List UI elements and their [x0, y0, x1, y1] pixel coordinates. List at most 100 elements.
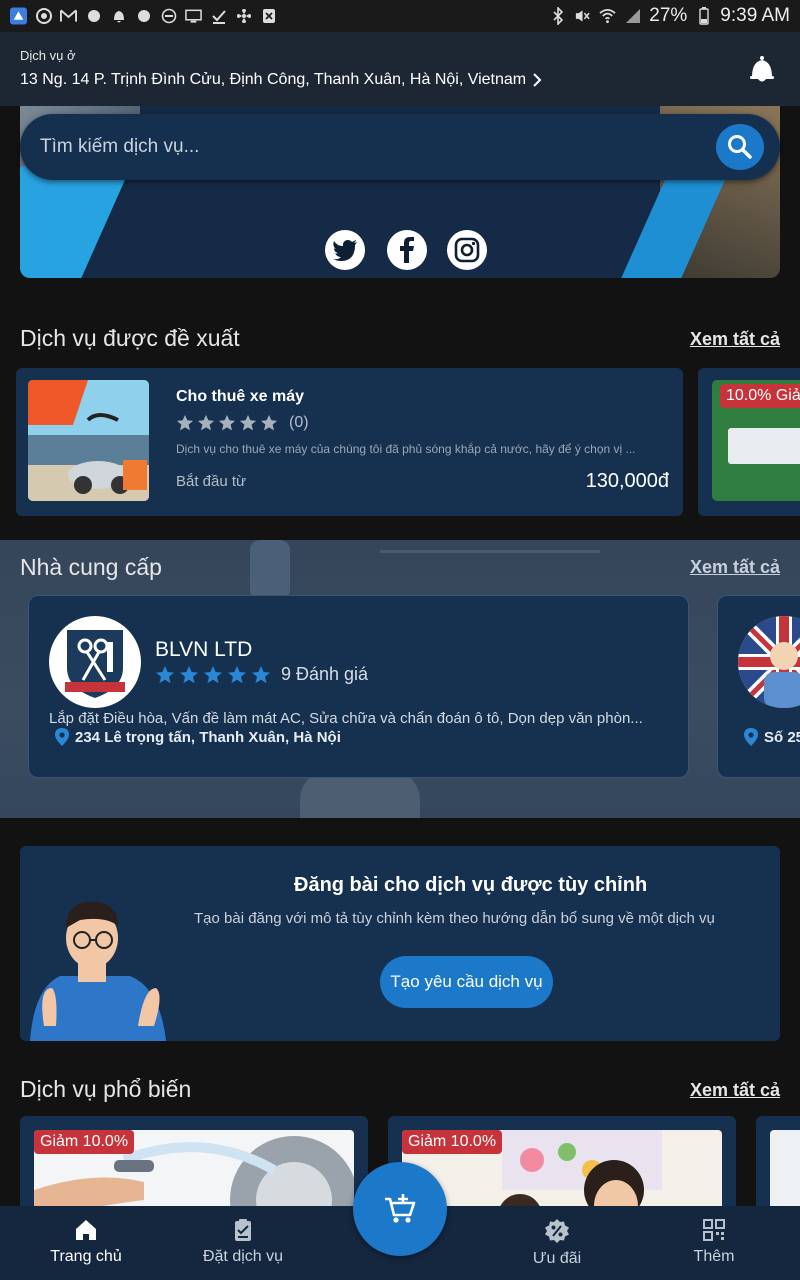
service-title: Cho thuê xe máy: [176, 388, 305, 405]
discount-badge: Giảm 10.0%: [34, 1130, 135, 1154]
recommended-service-card[interactable]: 10.0% Giả: [698, 368, 800, 516]
nav-more[interactable]: Thêm: [644, 1218, 784, 1266]
provider-address: 234 Lê trọng tấn, Thanh Xuân, Hà Nội: [75, 728, 341, 746]
star-icon: [228, 665, 246, 683]
nav-home[interactable]: Trang chủ: [16, 1218, 156, 1266]
background-decoration: [380, 550, 600, 600]
popular-section-title: Dịch vụ phổ biến: [20, 1076, 192, 1102]
status-bar-left: [10, 7, 277, 25]
popular-see-all-link[interactable]: Xem tất cả: [690, 1080, 780, 1101]
providers-section-title: Nhà cung cấp: [20, 554, 162, 580]
provider-services: Lắp đặt Điều hòa, Vấn đề làm mát AC, Sửa…: [49, 710, 643, 727]
nav-home-label: Trang chủ: [50, 1248, 122, 1265]
settings-badge-icon-2: [135, 8, 152, 25]
rating-count: (0): [289, 414, 309, 431]
do-not-disturb-icon: [160, 8, 177, 25]
location-selector[interactable]: 13 Ng. 14 P. Trịnh Đình Cửu, Định Công, …: [20, 71, 780, 89]
close-box-icon: [260, 8, 277, 25]
twitter-icon[interactable]: [325, 230, 365, 270]
star-icon: [252, 665, 270, 683]
service-price: 130,000đ: [585, 470, 669, 492]
providers-section: Nhà cung cấp Xem tất cả BLVN LTD 9 Đánh …: [0, 540, 800, 818]
provider-logo: [738, 616, 800, 708]
gmail-icon: [60, 8, 77, 25]
instagram-icon[interactable]: [447, 230, 487, 270]
battery-icon: [695, 7, 712, 25]
price-prefix: Bắt đầu từ: [176, 473, 247, 490]
settings-badge-icon: [85, 8, 102, 25]
download-done-icon: [210, 8, 227, 25]
facebook-icon[interactable]: [387, 230, 427, 270]
nav-bookings-label: Đặt dịch vụ: [202, 1248, 284, 1265]
status-bar-right: 27% 9:39 AM: [549, 5, 790, 27]
custom-post-description: Tạo bài đăng với mô tả tùy chỉnh kèm the…: [194, 910, 715, 927]
location-label: Dịch vụ ở: [20, 48, 76, 63]
star-icon: [197, 414, 215, 431]
service-image-detail: [728, 428, 800, 464]
providers-see-all-link[interactable]: Xem tất cả: [690, 557, 780, 578]
background-decoration: [250, 540, 290, 600]
service-rating: (0): [176, 414, 309, 432]
star-icon: [218, 414, 236, 431]
star-icon: [204, 665, 222, 683]
nav-more-label: Thêm: [693, 1248, 735, 1265]
provider-rating: 9 Đánh giá: [155, 664, 368, 685]
star-icon: [176, 414, 194, 431]
star-icon: [180, 665, 198, 683]
search-input[interactable]: [40, 136, 660, 158]
wifi-icon: [599, 8, 616, 25]
home-icon: [76, 1220, 96, 1240]
location-address: 13 Ng. 14 P. Trịnh Đình Cửu, Định Công, …: [20, 71, 527, 88]
provider-address-row: 234 Lê trọng tấn, Thanh Xuân, Hà Nội: [55, 728, 341, 746]
star-icon: [239, 414, 257, 431]
star-icon: [260, 414, 278, 431]
location-pin-icon: [744, 728, 758, 746]
clock: 9:39 AM: [720, 5, 790, 26]
provider-card[interactable]: BLVN LTD 9 Đánh giá Lắp đặt Điều hòa, Vấ…: [28, 595, 689, 778]
bell-icon[interactable]: [748, 54, 776, 84]
service-description: Dịch vụ cho thuê xe máy của chúng tôi đã…: [176, 442, 636, 456]
nav-offers[interactable]: Ưu đãi: [487, 1218, 627, 1268]
service-image: [770, 1130, 800, 1216]
recommended-service-card[interactable]: Cho thuê xe máy (0) Dịch vụ cho thuê xe …: [16, 368, 683, 516]
chrome-icon: [35, 8, 52, 25]
person-illustration: [30, 902, 166, 1041]
popular-service-card[interactable]: Giảm 10.0%: [20, 1116, 368, 1216]
status-bar: 27% 9:39 AM: [0, 0, 800, 32]
chevron-right-icon: [533, 73, 542, 87]
create-service-request-button[interactable]: Tạo yêu cầu dịch vụ: [380, 956, 553, 1008]
recommended-section-title: Dịch vụ được đề xuất: [20, 325, 240, 351]
provider-card[interactable]: Số 25: [717, 595, 800, 778]
discount-badge-icon: [545, 1219, 569, 1243]
provider-address-row: Số 25: [744, 728, 800, 746]
provider-review-count: 9 Đánh giá: [281, 664, 369, 684]
custom-post-title: Đăng bài cho dịch vụ được tùy chỉnh: [294, 874, 648, 896]
app-icon: [10, 7, 27, 25]
provider-address: Số 25: [764, 728, 800, 746]
location-pin-icon: [55, 728, 69, 746]
banner-stripe-left: [20, 166, 132, 278]
search-button[interactable]: [716, 124, 764, 170]
grid-icon: [703, 1219, 725, 1241]
cast-icon: [185, 8, 202, 25]
cart-fab-button[interactable]: [353, 1162, 447, 1256]
bluetooth-icon: [549, 7, 566, 25]
location-header: Dịch vụ ở 13 Ng. 14 P. Trịnh Đình Cửu, Đ…: [0, 32, 800, 106]
search-bar[interactable]: [20, 114, 780, 180]
popular-service-card[interactable]: [756, 1116, 800, 1216]
fan-icon: [235, 8, 252, 25]
notification-bell-icon: [110, 8, 127, 25]
service-image: [28, 380, 149, 501]
custom-post-card: Đăng bài cho dịch vụ được tùy chỉnh Tạo …: [20, 846, 780, 1041]
nav-bookings[interactable]: Đặt dịch vụ: [173, 1218, 313, 1266]
signal-icon: [624, 8, 641, 25]
nav-offers-label: Ưu đãi: [532, 1250, 582, 1267]
provider-logo: [49, 616, 141, 708]
recommended-see-all-link[interactable]: Xem tất cả: [690, 329, 780, 350]
battery-percent: 27%: [649, 5, 688, 26]
provider-name: BLVN LTD: [155, 638, 253, 661]
search-icon: [728, 135, 752, 159]
mute-icon: [574, 8, 591, 25]
cart-plus-icon: [385, 1194, 416, 1223]
discount-badge: 10.0% Giả: [720, 384, 800, 408]
